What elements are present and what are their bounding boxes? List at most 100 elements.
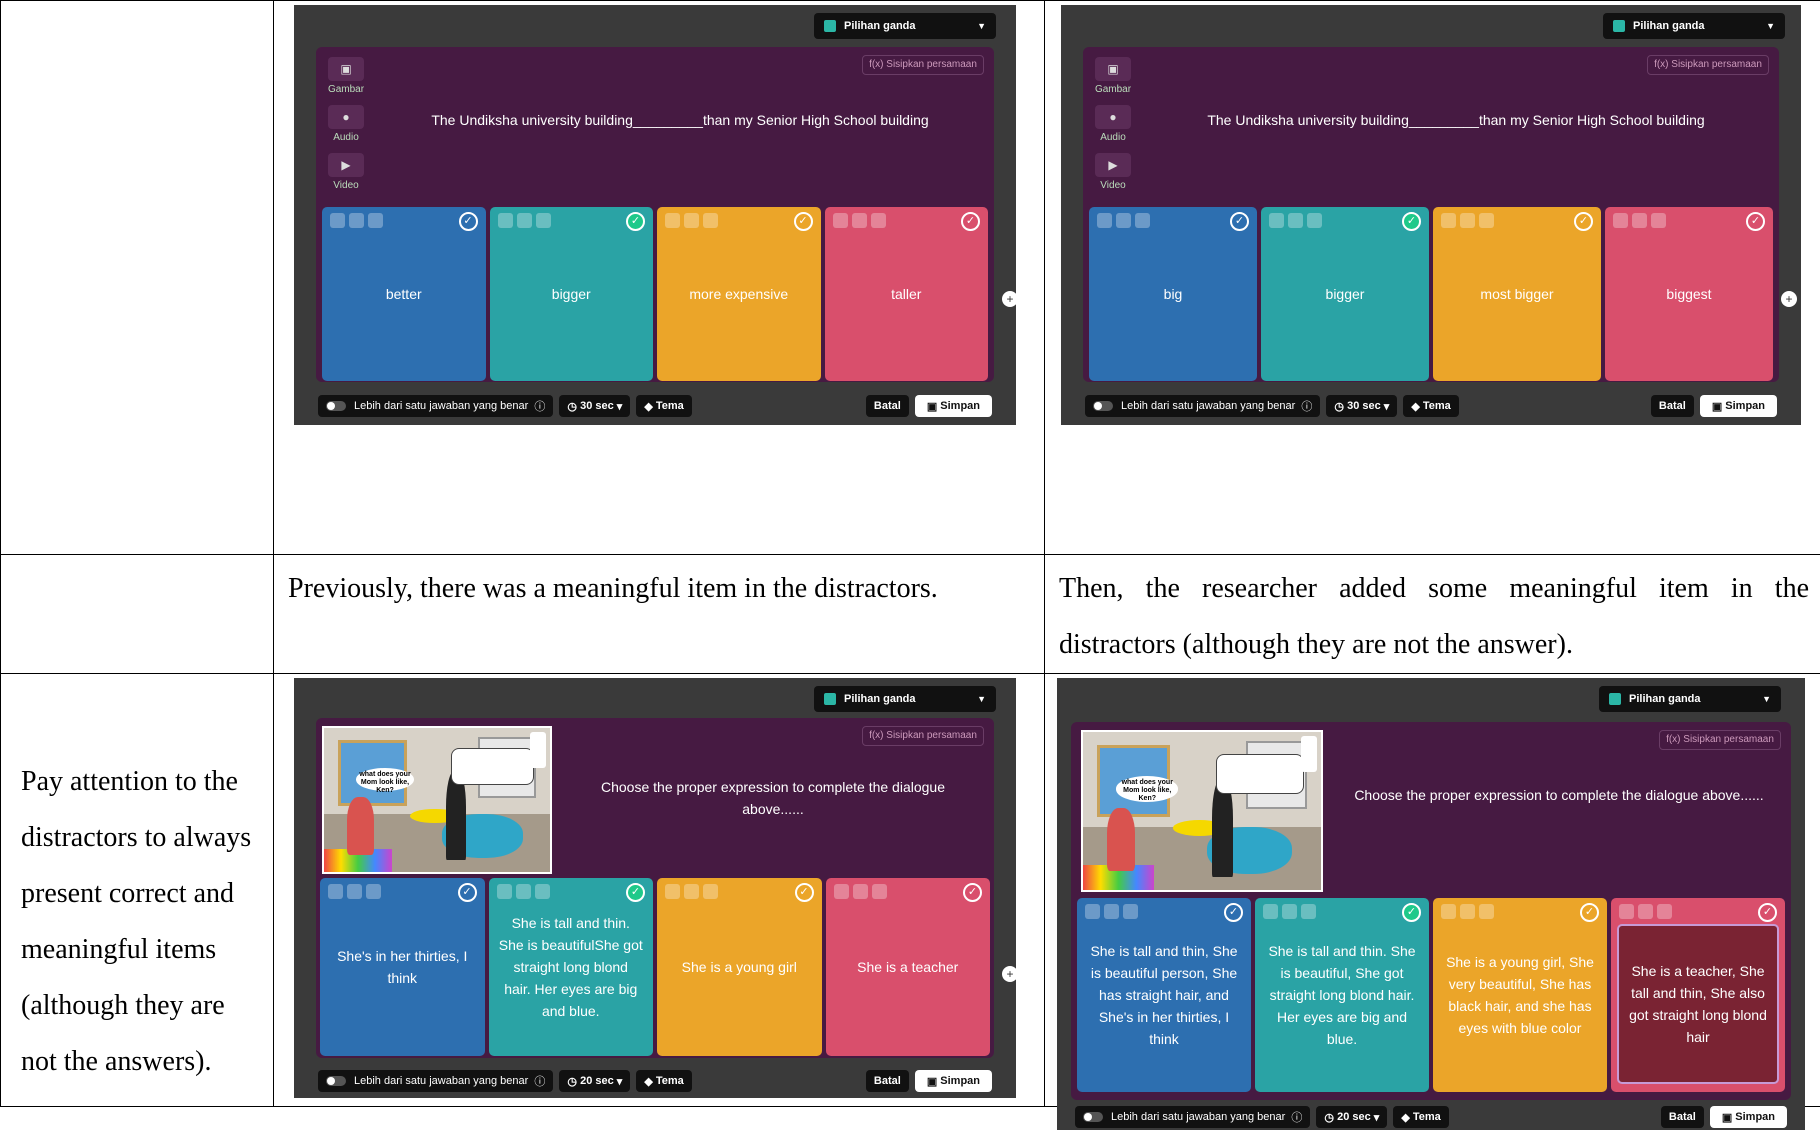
cancel-button[interactable]: Batal	[1651, 395, 1694, 417]
option-3[interactable]: ✓most bigger	[1433, 207, 1601, 381]
insert-equation-button[interactable]: f(x) Sisipkan persamaan	[1647, 55, 1769, 75]
question-text[interactable]: Choose the proper expression to complete…	[572, 776, 974, 820]
note-cell-right: Then, the researcher added some meaningf…	[1045, 555, 1820, 674]
selected-option-editor[interactable]: She is a teacher, She tall and thin, She…	[1617, 924, 1779, 1084]
media-audio-button[interactable]: ●Audio	[1091, 105, 1135, 143]
save-button[interactable]: ▣ Simpan	[1700, 395, 1777, 417]
tag-icon: ◆	[644, 1075, 656, 1088]
quiz-editor-s2: Pilihan ganda▼ ▣Gambar ●Audio ▶Video f(x…	[1061, 5, 1801, 425]
option-3[interactable]: ✓She is a young girl	[657, 878, 822, 1056]
insert-equation-button[interactable]: f(x) Sisipkan persamaan	[1659, 730, 1781, 750]
media-image-button[interactable]: ▣Gambar	[1091, 57, 1135, 95]
quiz-editor-s1: Pilihan ganda▼ ▣Gambar ●Audio ▶Video f(x…	[294, 5, 1016, 425]
check-icon[interactable]: ✓	[1230, 212, 1249, 231]
theme-button[interactable]: ◆ Tema	[636, 1070, 691, 1092]
option-4[interactable]: ✓biggest	[1605, 207, 1773, 381]
chevron-down-icon: ▼	[1762, 694, 1771, 704]
check-icon[interactable]: ✓	[459, 212, 478, 231]
type-select[interactable]: Pilihan ganda▼	[814, 13, 996, 39]
theme-button[interactable]: ◆ Tema	[1403, 395, 1458, 417]
check-icon[interactable]: ✓	[1746, 212, 1765, 231]
media-video-button[interactable]: ▶Video	[1091, 153, 1135, 191]
option-2[interactable]: ✓bigger	[1261, 207, 1429, 381]
label-cell-row2	[1, 555, 274, 674]
option-1[interactable]: ✓better	[322, 207, 486, 381]
option-4[interactable]: ✓She is a teacher	[826, 878, 991, 1056]
save-button[interactable]: ▣ Simpan	[1710, 1106, 1787, 1128]
multiple-answers-toggle[interactable]: Lebih dari satu jawaban yang benar ⓘ	[318, 1070, 553, 1092]
question-text[interactable]: The Undiksha university building________…	[376, 109, 984, 131]
timer-icon: ◷	[1324, 1111, 1337, 1124]
option-2[interactable]: ✓She is tall and thin. She is beautiful,…	[1255, 898, 1429, 1092]
option-4[interactable]: ✓taller	[825, 207, 989, 381]
option-4[interactable]: ✓ She is a teacher, She tall and thin, Sh…	[1611, 898, 1785, 1092]
plus-icon[interactable]: +	[1781, 291, 1797, 307]
dialogue-illustration[interactable]: what does your Mom look like, Ken?	[1081, 730, 1323, 892]
option-3[interactable]: ✓She is a young girl, She very beautiful…	[1433, 898, 1607, 1092]
check-icon[interactable]: ✓	[1224, 903, 1243, 922]
option-1[interactable]: ✓big	[1089, 207, 1257, 381]
check-icon[interactable]: ✓	[1402, 212, 1421, 231]
type-select[interactable]: Pilihan ganda▼	[1603, 13, 1785, 39]
media-image-button[interactable]: ▣Gambar	[324, 57, 368, 95]
check-icon[interactable]: ✓	[1580, 903, 1599, 922]
check-icon[interactable]: ✓	[458, 883, 477, 902]
timer-select[interactable]: ◷ 20 sec ▾	[559, 1070, 630, 1092]
cancel-button[interactable]: Batal	[866, 1070, 909, 1092]
timer-select[interactable]: ◷ 30 sec ▾	[559, 395, 630, 417]
dialogue-illustration[interactable]: what does your Mom look like, Ken?	[322, 726, 552, 874]
option-2[interactable]: ✓bigger	[490, 207, 654, 381]
option-1[interactable]: ✓She is tall and thin, She is beautiful …	[1077, 898, 1251, 1092]
check-icon[interactable]: ✓	[961, 212, 980, 231]
image-tools[interactable]	[1301, 736, 1317, 772]
question-text[interactable]: Choose the proper expression to complete…	[1343, 784, 1775, 806]
theme-button[interactable]: ◆ Tema	[636, 395, 691, 417]
check-icon[interactable]: ✓	[1402, 903, 1421, 922]
check-icon[interactable]: ✓	[795, 883, 814, 902]
tag-icon: ◆	[644, 400, 656, 413]
check-icon[interactable]: ✓	[963, 883, 982, 902]
multiple-answers-toggle[interactable]: Lebih dari satu jawaban yang benar ⓘ	[318, 395, 553, 417]
theme-button[interactable]: ◆ Tema	[1393, 1106, 1448, 1128]
plus-icon[interactable]: +	[1002, 291, 1018, 307]
check-icon[interactable]: ✓	[626, 212, 645, 231]
save-button[interactable]: ▣ Simpan	[915, 1070, 992, 1092]
cancel-button[interactable]: Batal	[1661, 1106, 1704, 1128]
insert-equation-button[interactable]: f(x) Sisipkan persamaan	[862, 726, 984, 746]
chevron-down-icon: ▼	[977, 694, 986, 704]
image-icon: ▣	[328, 57, 364, 81]
check-icon[interactable]: ✓	[794, 212, 813, 231]
save-button[interactable]: ▣ Simpan	[915, 395, 992, 417]
toggle-icon	[326, 1076, 346, 1086]
multiple-answers-toggle[interactable]: Lebih dari satu jawaban yang benar ⓘ	[1075, 1106, 1310, 1128]
screenshot-cell-s1: Pilihan ganda▼ ▣Gambar ●Audio ▶Video f(x…	[274, 1, 1045, 555]
insert-equation-button[interactable]: f(x) Sisipkan persamaan	[862, 55, 984, 75]
type-select[interactable]: Pilihan ganda▼	[1599, 686, 1781, 712]
question-text[interactable]: The Undiksha university building________…	[1143, 109, 1769, 131]
speech-bubble: what does your Mom look like, Ken?	[1116, 776, 1178, 801]
editor-footer: Lebih dari satu jawaban yang benar ⓘ ◷ 3…	[318, 395, 992, 417]
timer-select[interactable]: ◷ 30 sec ▾	[1326, 395, 1397, 417]
media-audio-button[interactable]: ●Audio	[324, 105, 368, 143]
cancel-button[interactable]: Batal	[866, 395, 909, 417]
screenshot-cell-s4: Pilihan ganda▼ what does your Mom look l…	[1045, 674, 1820, 1107]
media-video-button[interactable]: ▶Video	[324, 153, 368, 191]
timer-select[interactable]: ◷ 20 sec ▾	[1316, 1106, 1387, 1128]
question-panel: what does your Mom look like, Ken? f(x) …	[1071, 722, 1791, 1100]
toggle-icon	[1093, 401, 1113, 411]
option-2[interactable]: ✓She is tall and thin. She is beautifulS…	[489, 878, 654, 1056]
multiple-answers-toggle[interactable]: Lebih dari satu jawaban yang benar ⓘ	[1085, 395, 1320, 417]
chevron-down-icon: ▼	[1766, 21, 1775, 31]
check-icon[interactable]: ✓	[626, 883, 645, 902]
toggle-icon	[326, 401, 346, 411]
option-3[interactable]: ✓more expensive	[657, 207, 821, 381]
type-select[interactable]: Pilihan ganda▼	[814, 686, 996, 712]
check-icon[interactable]: ✓	[1574, 212, 1593, 231]
screenshot-cell-s2: Pilihan ganda▼ ▣Gambar ●Audio ▶Video f(x…	[1045, 1, 1820, 555]
option-1[interactable]: ✓She's in her thirties, I think	[320, 878, 485, 1056]
image-tools[interactable]	[530, 732, 546, 768]
question-panel: ▣Gambar ●Audio ▶Video f(x) Sisipkan pers…	[1083, 47, 1779, 382]
check-icon[interactable]: ✓	[1758, 903, 1777, 922]
ken-character	[1212, 779, 1233, 877]
plus-icon[interactable]: +	[1002, 966, 1018, 982]
